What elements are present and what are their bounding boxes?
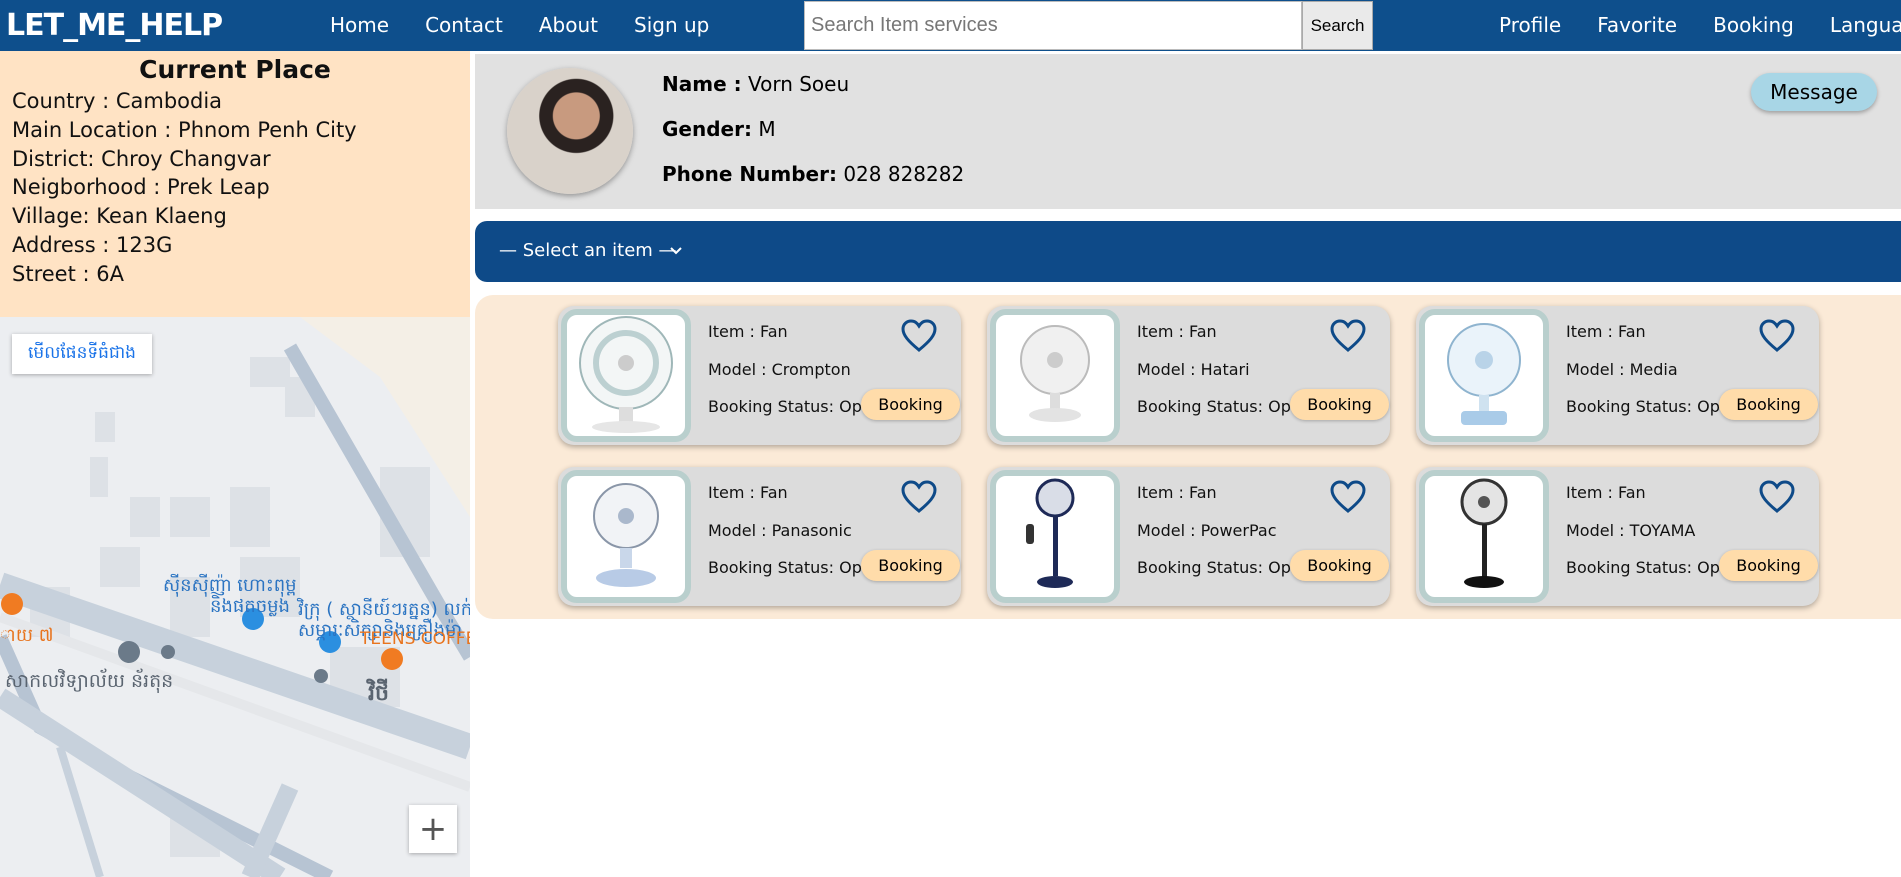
account-nav-links: Profile Favorite Booking Language — [1499, 13, 1901, 37]
item-details: Item : Fan Model : Panasonic Booking Sta… — [708, 483, 882, 596]
message-button[interactable]: Message — [1751, 73, 1877, 111]
item-model: Model : Panasonic — [708, 520, 852, 540]
item-status: Booking Status: Open — [1137, 397, 1311, 416]
map-label-teens-coffee: TEENS COFFE — [360, 629, 470, 649]
profile-phone-row: Phone Number: 028 828282 — [662, 162, 964, 207]
item-model: Model : Crompton — [708, 359, 851, 379]
item-type: Item : Fan — [708, 322, 788, 341]
search-input[interactable] — [804, 1, 1302, 50]
place-neighborhood: Neigborhood : Prek Leap — [12, 175, 270, 200]
item-model: Model : Hatari — [1137, 359, 1250, 379]
item-details: Item : Fan Model : TOYAMA Booking Status… — [1566, 483, 1740, 596]
main-nav-links: Home Contact About Sign up — [330, 13, 745, 37]
nav-link-language[interactable]: Language — [1830, 13, 1901, 37]
place-main-location: Main Location : Phnom Penh City — [12, 117, 357, 142]
item-details: Item : Fan Model : PowerPac Booking Stat… — [1137, 483, 1311, 596]
place-address: Address : 123G — [12, 232, 173, 257]
item-model: Model : Media — [1566, 359, 1678, 379]
map-label-cafe: ាយ ៧ — [0, 625, 54, 646]
item-type: Item : Fan — [1566, 483, 1646, 502]
item-status: Booking Status: Open — [1566, 558, 1740, 577]
item-details: Item : Fan Model : Crompton Booking Stat… — [708, 322, 882, 435]
profile-gender: M — [758, 117, 776, 141]
item-card[interactable]: Item : Fan Model : Hatari Booking Status… — [987, 306, 1390, 445]
map-label-university: សាកលវិទ្យាល័យ ន័រតុន — [5, 670, 174, 692]
profile-name-row: Name : Vorn Soeu — [662, 72, 964, 117]
gender-label: Gender: — [662, 117, 752, 141]
item-card[interactable]: Item : Fan Model : Panasonic Booking Sta… — [558, 467, 961, 606]
nav-link-profile[interactable]: Profile — [1499, 13, 1561, 37]
place-street: Street : 6A — [12, 261, 124, 286]
item-details: Item : Fan Model : Hatari Booking Status… — [1137, 322, 1311, 435]
item-model: Model : TOYAMA — [1566, 520, 1696, 540]
fan-image — [561, 470, 691, 603]
nav-link-booking[interactable]: Booking — [1713, 13, 1794, 37]
item-details: Item : Fan Model : Media Booking Status:… — [1566, 322, 1740, 435]
heart-icon[interactable] — [1329, 318, 1367, 354]
item-status: Booking Status: Open — [708, 397, 882, 416]
booking-button[interactable]: Booking — [1719, 389, 1818, 420]
booking-button[interactable]: Booking — [1290, 389, 1389, 420]
nav-link-signup[interactable]: Sign up — [634, 13, 709, 37]
provider-profile: Name : Vorn Soeu Gender: M Phone Number:… — [475, 54, 1901, 209]
nav-link-contact[interactable]: Contact — [425, 13, 503, 37]
nav-link-home[interactable]: Home — [330, 13, 389, 37]
fan-image — [990, 309, 1120, 442]
phone-label: Phone Number: — [662, 162, 837, 186]
heart-icon[interactable] — [900, 318, 938, 354]
item-select-label: — Select an item — — [499, 240, 677, 261]
booking-button[interactable]: Booking — [1290, 550, 1389, 581]
booking-button[interactable]: Booking — [861, 389, 960, 420]
heart-icon[interactable] — [1758, 479, 1796, 515]
column-divider — [470, 51, 474, 877]
current-place-title: Current Place — [139, 55, 331, 84]
nav-link-about[interactable]: About — [539, 13, 598, 37]
item-model: Model : PowerPac — [1137, 520, 1277, 540]
item-card[interactable]: Item : Fan Model : Media Booking Status:… — [1416, 306, 1819, 445]
booking-button[interactable]: Booking — [1719, 550, 1818, 581]
map-label-print-shop-2: និងផតចម្លង — [210, 596, 290, 617]
search-button[interactable]: Search — [1302, 1, 1373, 50]
fan-image — [990, 470, 1120, 603]
booking-button[interactable]: Booking — [861, 550, 960, 581]
item-type: Item : Fan — [1137, 483, 1217, 502]
place-country: Country : Cambodia — [12, 89, 223, 113]
view-larger-map-button[interactable]: មើលផែនទីធំជាង — [12, 334, 152, 374]
item-card[interactable]: Item : Fan Model : Crompton Booking Stat… — [558, 306, 961, 445]
chevron-down-icon — [670, 247, 682, 255]
place-district: District: Chroy Changvar — [12, 146, 271, 171]
profile-info: Name : Vorn Soeu Gender: M Phone Number:… — [662, 72, 964, 207]
place-village: Village: Kean Klaeng — [12, 204, 227, 229]
item-select-dropdown[interactable]: — Select an item — — [475, 221, 1901, 282]
current-place-details: Country : Cambodia Main Location : Phnom… — [12, 87, 357, 289]
current-place-panel: Current Place Country : Cambodia Main Lo… — [0, 51, 470, 317]
profile-phone: 028 828282 — [843, 162, 965, 186]
heart-icon[interactable] — [1758, 318, 1796, 354]
fan-image — [561, 309, 691, 442]
item-type: Item : Fan — [1566, 322, 1646, 341]
item-status: Booking Status: Open — [1566, 397, 1740, 416]
item-card[interactable]: Item : Fan Model : TOYAMA Booking Status… — [1416, 467, 1819, 606]
top-navbar: LET_ME_HELP Home Contact About Sign up S… — [0, 0, 1901, 51]
map-embed[interactable]: មើលផែនទីធំជាង ស៊ីនស៊ីញ៉ា ហោះពុម្ព និងផតច… — [0, 317, 470, 877]
name-label: Name : — [662, 72, 742, 96]
heart-icon[interactable] — [1329, 479, 1367, 515]
fan-image — [1419, 309, 1549, 442]
items-grid: Item : Fan Model : Crompton Booking Stat… — [475, 295, 1901, 619]
item-type: Item : Fan — [708, 483, 788, 502]
heart-icon[interactable] — [900, 479, 938, 515]
map-zoom-in-button[interactable]: + — [409, 805, 457, 853]
brand-logo[interactable]: LET_ME_HELP — [6, 8, 223, 43]
profile-gender-row: Gender: M — [662, 117, 964, 162]
avatar — [507, 68, 633, 194]
fan-image — [1419, 470, 1549, 603]
item-type: Item : Fan — [1137, 322, 1217, 341]
item-card[interactable]: Item : Fan Model : PowerPac Booking Stat… — [987, 467, 1390, 606]
item-status: Booking Status: Open — [1137, 558, 1311, 577]
nav-link-favorite[interactable]: Favorite — [1597, 13, 1677, 37]
profile-name: Vorn Soeu — [747, 72, 850, 96]
item-status: Booking Status: Open — [708, 558, 882, 577]
map-label-road: វិថី — [368, 681, 389, 706]
